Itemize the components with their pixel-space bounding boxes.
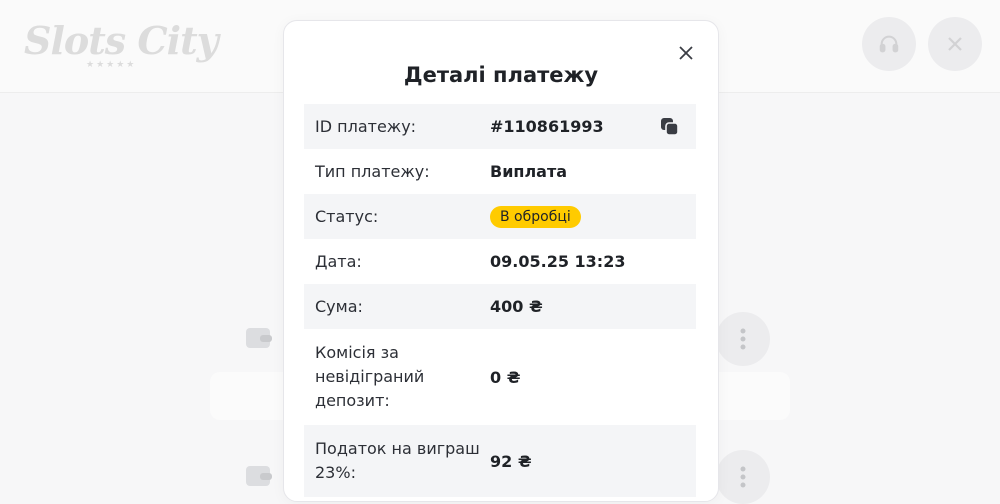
wallet-icon bbox=[246, 466, 272, 486]
logo-stars-decoration: ★★★★★ bbox=[86, 60, 137, 70]
more-options-button[interactable] bbox=[716, 312, 770, 366]
commission-label: Комісія за невідіграний депозит: bbox=[315, 343, 425, 410]
date-value: 09.05.25 13:23 bbox=[490, 252, 626, 271]
close-icon bbox=[679, 46, 693, 60]
payment-type-value: Виплата bbox=[490, 162, 568, 181]
close-icon bbox=[948, 37, 962, 51]
wallet-icon bbox=[246, 328, 272, 348]
more-vertical-icon bbox=[740, 466, 746, 488]
payment-id-row: ID платежу: #110861993 bbox=[304, 104, 696, 149]
date-label: Дата: bbox=[315, 251, 362, 271]
date-row: Дата: 09.05.25 13:23 bbox=[304, 239, 696, 284]
payment-id-value: #110861993 bbox=[490, 117, 604, 136]
amount-label: Сума: bbox=[315, 296, 363, 316]
tax-row: Податок на виграш 23%: 92 ₴ bbox=[304, 425, 696, 497]
payment-type-label: Тип платежу: bbox=[315, 161, 430, 181]
more-vertical-icon bbox=[740, 328, 746, 350]
status-label: Статус: bbox=[315, 206, 379, 226]
status-badge: В обробці bbox=[490, 205, 581, 228]
copy-icon[interactable] bbox=[660, 117, 680, 137]
tax-value: 92 ₴ bbox=[490, 451, 532, 471]
status-row: Статус: В обробці bbox=[304, 194, 696, 239]
headset-icon bbox=[879, 35, 899, 53]
payment-id-label: ID платежу: bbox=[315, 116, 417, 136]
amount-value: 400 ₴ bbox=[490, 297, 543, 316]
tax-label: Податок на виграш 23%: bbox=[315, 439, 480, 482]
more-options-button[interactable] bbox=[716, 450, 770, 504]
payment-details-list: ID платежу: #110861993 Тип платежу: Випл… bbox=[304, 104, 696, 497]
amount-row: Сума: 400 ₴ bbox=[304, 284, 696, 329]
payment-type-row: Тип платежу: Виплата bbox=[304, 149, 696, 194]
page-close-button[interactable] bbox=[928, 17, 982, 71]
modal-close-button[interactable] bbox=[674, 41, 698, 65]
modal-title: Деталі платежу bbox=[403, 63, 599, 87]
payment-details-modal: Деталі платежу ID платежу: #110861993 Ти… bbox=[283, 20, 719, 502]
support-button[interactable] bbox=[862, 17, 916, 71]
brand-logo[interactable]: Slots City bbox=[24, 18, 219, 63]
commission-row: Комісія за невідіграний депозит: 0 ₴ bbox=[304, 329, 696, 425]
commission-value: 0 ₴ bbox=[490, 367, 521, 387]
